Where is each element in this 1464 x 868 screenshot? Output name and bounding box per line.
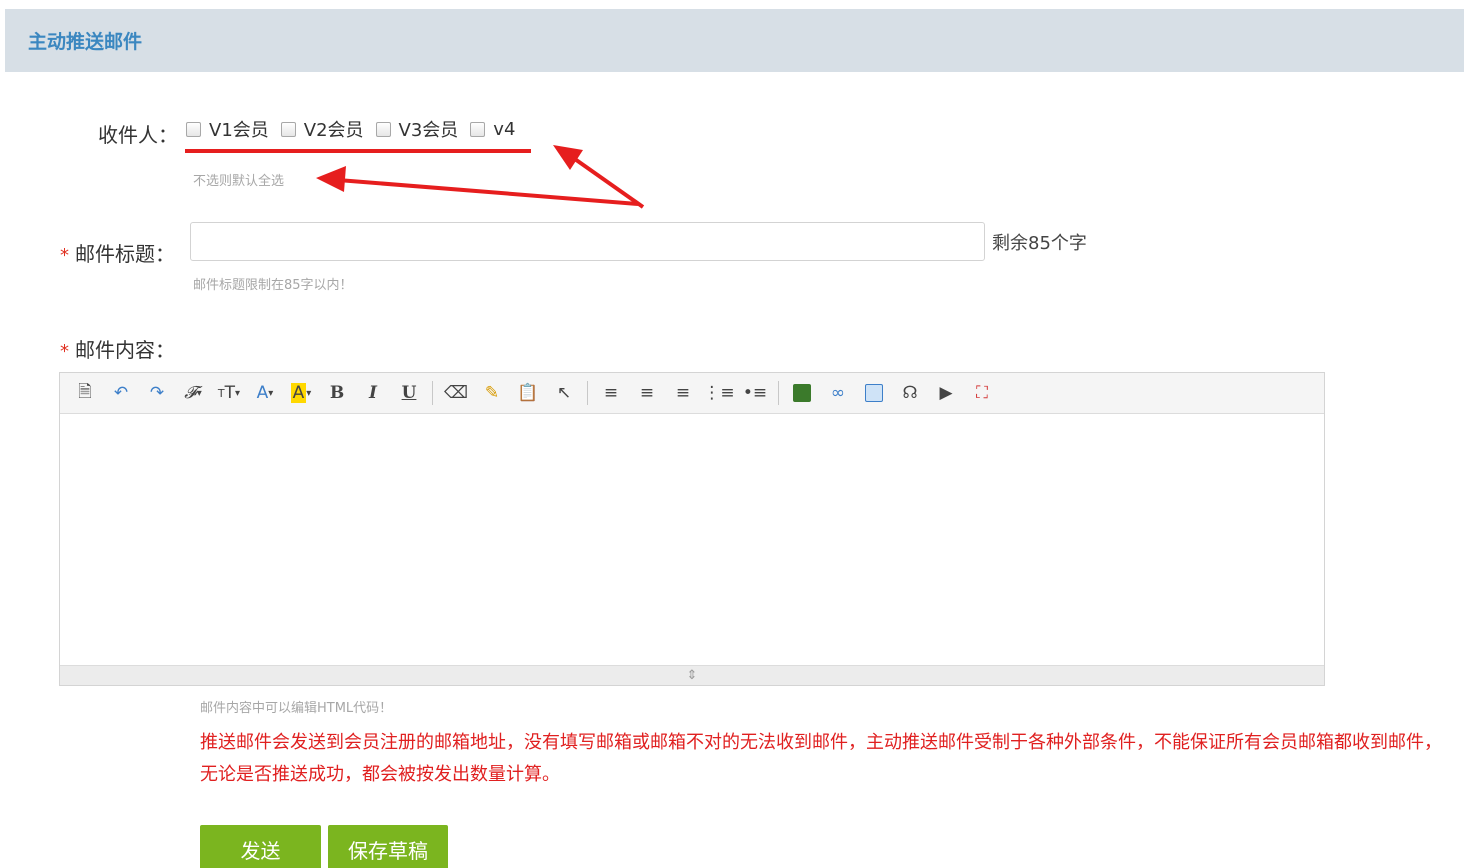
annotation-arrow-line bbox=[570, 155, 645, 209]
toolbar-separator bbox=[587, 381, 588, 405]
send-button[interactable]: 发送 bbox=[200, 825, 321, 868]
required-star: * bbox=[60, 245, 69, 266]
required-star: * bbox=[60, 341, 69, 362]
editor-content-area[interactable] bbox=[60, 414, 1324, 666]
paste-icon[interactable]: 📋 bbox=[513, 379, 543, 407]
select-all-icon[interactable]: ↖ bbox=[549, 379, 579, 407]
checkbox[interactable] bbox=[375, 121, 391, 137]
bold-icon[interactable]: B bbox=[322, 379, 352, 407]
recipients-hint: 不选则默认全选 bbox=[193, 174, 285, 189]
recipient-option-v1[interactable]: V1会员 bbox=[186, 116, 269, 142]
content-hint: 邮件内容中可以编辑HTML代码！ bbox=[200, 701, 393, 716]
align-right-icon[interactable]: ≡ bbox=[668, 379, 698, 407]
undo-icon[interactable]: ↶ bbox=[106, 379, 136, 407]
checkbox[interactable] bbox=[280, 121, 296, 137]
toolbar-separator bbox=[778, 381, 779, 405]
recipient-option-label: V1会员 bbox=[209, 120, 269, 141]
subject-remaining: 剩余85个字 bbox=[992, 233, 1087, 254]
font-color-icon[interactable]: A ▾ bbox=[250, 379, 280, 407]
recipient-option-label: V2会员 bbox=[303, 120, 364, 141]
page-header: 主动推送邮件 bbox=[5, 9, 1464, 72]
recipients-label: 收件人： bbox=[98, 123, 178, 147]
unordered-list-icon[interactable]: •≡ bbox=[740, 379, 770, 407]
subject-label: * 邮件标题： bbox=[60, 238, 175, 267]
flash-icon[interactable]: ☊ bbox=[895, 379, 925, 407]
subject-label-text: 邮件标题： bbox=[75, 242, 175, 266]
subject-hint: 邮件标题限制在85字以内！ bbox=[193, 278, 353, 293]
recipient-options: V1会员 V2会员 V3会员 v4 bbox=[186, 116, 527, 142]
link-icon[interactable]: ∞ bbox=[823, 379, 853, 407]
toolbar-separator bbox=[432, 381, 433, 405]
ordered-list-icon[interactable]: ⋮≡ bbox=[703, 379, 734, 407]
annotation-arrowhead bbox=[553, 145, 583, 170]
italic-icon[interactable]: I bbox=[358, 379, 388, 407]
image-icon[interactable] bbox=[787, 379, 817, 407]
format-brush-icon[interactable]: ✎ bbox=[477, 379, 507, 407]
align-center-icon[interactable]: ≡ bbox=[632, 379, 662, 407]
redo-icon[interactable]: ↷ bbox=[142, 379, 172, 407]
annotation-arrowhead bbox=[316, 166, 346, 192]
editor-toolbar: 🗎 ↶ ↷ 𝓕 ▾ T T ▾ A ▾ A ▾ B I U ⌫ ✎ 📋 ↖ ≡ ≡ ≡ ⋮… bbox=[60, 373, 1324, 414]
rich-text-editor: 🗎 ↶ ↷ 𝓕 ▾ T T ▾ A ▾ A ▾ B I U ⌫ ✎ 📋 ↖ ≡ ≡ ≡ ⋮… bbox=[59, 372, 1325, 686]
page-title: 主动推送邮件 bbox=[28, 31, 143, 53]
underline-icon[interactable]: U bbox=[394, 379, 424, 407]
fullscreen-icon[interactable]: ⛶ bbox=[967, 379, 997, 407]
font-size-icon[interactable]: T T ▾ bbox=[214, 379, 244, 407]
annotation-underline bbox=[185, 149, 531, 153]
font-family-icon[interactable]: 𝓕 ▾ bbox=[178, 379, 208, 407]
table-icon[interactable] bbox=[859, 379, 889, 407]
editor-resize-handle[interactable]: ⇕ bbox=[60, 665, 1324, 685]
recipient-option-v2[interactable]: V2会员 bbox=[280, 116, 364, 142]
content-label-text: 邮件内容： bbox=[75, 338, 175, 362]
recipient-option-v3[interactable]: V3会员 bbox=[375, 116, 459, 142]
video-icon[interactable]: ▶ bbox=[931, 379, 961, 407]
subject-input[interactable] bbox=[190, 222, 985, 261]
recipient-option-label: v4 bbox=[493, 118, 516, 140]
align-left-icon[interactable]: ≡ bbox=[596, 379, 626, 407]
eraser-icon[interactable]: ⌫ bbox=[441, 379, 471, 407]
recipient-option-v4[interactable]: v4 bbox=[470, 119, 515, 140]
highlight-color-icon[interactable]: A ▾ bbox=[286, 379, 316, 407]
annotation-arrow-line bbox=[337, 178, 639, 206]
source-code-icon[interactable]: 🗎 bbox=[70, 379, 100, 407]
push-notice: 推送邮件会发送到会员注册的邮箱地址，没有填写邮箱或邮箱不对的无法收到邮件，主动推… bbox=[200, 732, 1442, 785]
save-draft-button[interactable]: 保存草稿 bbox=[328, 825, 448, 868]
recipient-option-label: V3会员 bbox=[398, 120, 459, 141]
content-label: * 邮件内容： bbox=[60, 334, 175, 363]
checkbox[interactable] bbox=[470, 121, 486, 137]
checkbox[interactable] bbox=[186, 121, 201, 137]
